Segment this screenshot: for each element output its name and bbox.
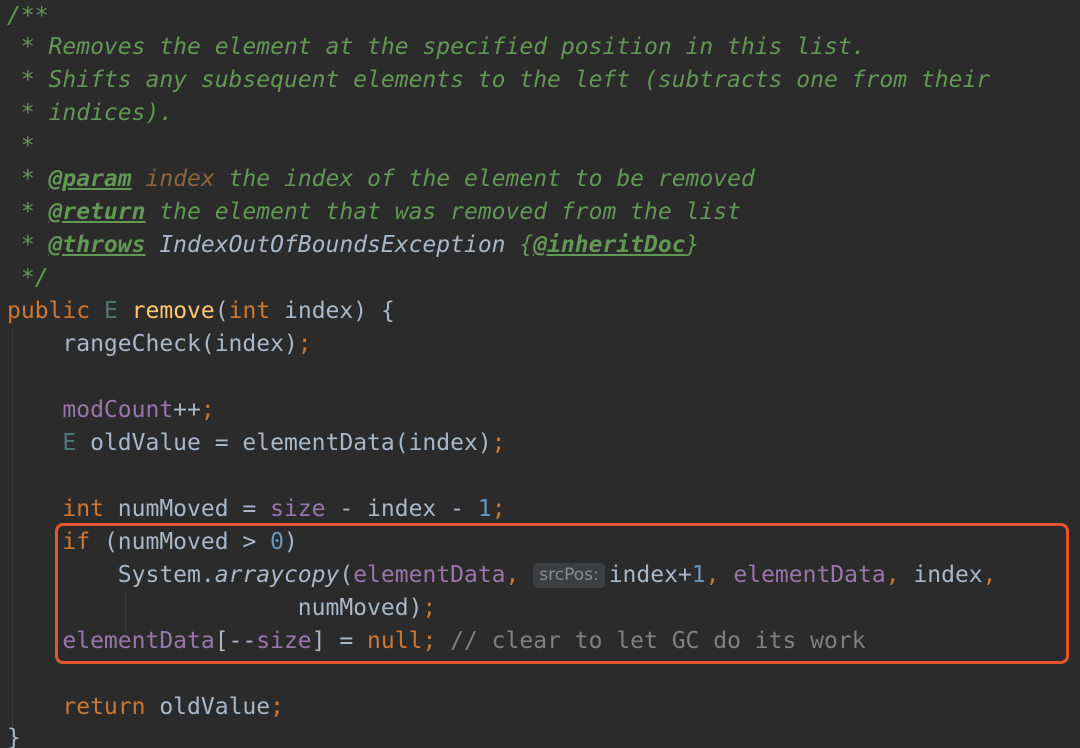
doc-brace: { — [519, 232, 534, 258]
keyword-public: public — [7, 298, 91, 324]
keyword-int: int — [228, 298, 271, 324]
doc-return-line: * @return the element that was removed f… — [7, 196, 741, 229]
doc-throws-text: IndexOutOfBoundsException — [145, 232, 520, 258]
doc-star: * — [7, 199, 49, 225]
doc-star: * — [7, 166, 49, 192]
method-name-remove[interactable]: remove — [132, 298, 215, 324]
doc-throws-tag: @throws — [48, 232, 146, 258]
method-signature: public E remove(int index) { — [7, 298, 395, 324]
return-value: oldValue — [145, 694, 271, 720]
closing-brace: } — [7, 725, 21, 748]
doc-brace: } — [685, 232, 700, 258]
doc-param-name: index — [145, 166, 215, 192]
code-line-rangecheck: rangeCheck(index); — [62, 331, 312, 357]
oldvalue-assignment: oldValue = elementData(index) — [76, 430, 492, 456]
param-index: index) { — [270, 298, 395, 324]
code-line-modcount: modCount++; — [62, 397, 215, 423]
highlight-annotation-box — [55, 523, 1069, 664]
doc-return-tag: @return — [48, 199, 146, 225]
type-e[interactable]: E — [62, 430, 76, 456]
type-e[interactable]: E — [104, 298, 118, 324]
doc-param-text: the index of the element to be removed — [214, 166, 755, 192]
doc-param-tag: @param — [48, 166, 132, 192]
number-literal: 1 — [477, 496, 492, 522]
field-size[interactable]: size — [270, 496, 325, 522]
doc-comment-line: * Removes the element at the specified p… — [7, 34, 866, 60]
code-editor[interactable]: /** * Removes the element at the specifi… — [0, 0, 1080, 748]
keyword-int: int — [62, 496, 104, 522]
doc-comment-line: * Shifts any subsequent elements to the … — [7, 67, 991, 93]
doc-inherit-tag[interactable]: @inheritDoc — [533, 232, 685, 258]
doc-throws-line: * @throws IndexOutOfBoundsException {@in… — [7, 229, 700, 262]
doc-comment-line: * — [7, 133, 35, 159]
rangecheck-call[interactable]: rangeCheck(index) — [62, 331, 297, 357]
doc-return-text: the element that was removed from the li… — [145, 199, 741, 225]
doc-comment-open: /** — [7, 3, 49, 29]
doc-comment-line: * indices). — [7, 100, 174, 126]
field-modcount[interactable]: modCount — [62, 397, 173, 423]
doc-star: * — [7, 232, 49, 258]
code-line-oldvalue: E oldValue = elementData(index); — [62, 430, 506, 456]
doc-comment-close: */ — [7, 265, 49, 291]
doc-param-line: * @param index the index of the element … — [7, 163, 755, 196]
code-line-return: return oldValue; — [62, 694, 284, 720]
keyword-return: return — [62, 694, 146, 720]
code-line-nummoved: int numMoved = size - index - 1; — [62, 496, 506, 522]
